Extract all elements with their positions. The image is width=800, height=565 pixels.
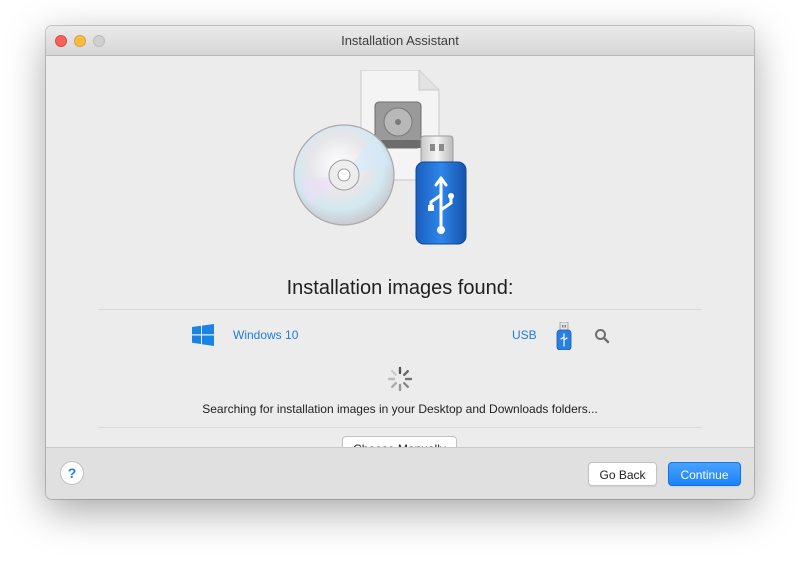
cd-disc-icon [293,124,395,226]
windows-10-image-link[interactable]: Windows 10 [233,328,298,342]
installation-assistant-window: Installation Assistant Installation imag… [46,26,754,499]
windows-logo-icon [192,324,214,346]
top-divider [98,309,702,310]
continue-button[interactable]: Continue [668,462,741,486]
title-bar: Installation Assistant [46,26,754,56]
usb-drive-icon [556,322,572,350]
installation-media-illustration [293,70,467,245]
loading-spinner-icon [387,366,413,392]
help-button[interactable]: ? [60,461,84,485]
footer-bar: ? Go Back Continue [46,447,754,499]
bottom-divider [98,427,702,428]
search-icon[interactable] [594,328,610,344]
go-back-button[interactable]: Go Back [588,462,657,486]
page-heading: Installation images found: [286,277,514,299]
usb-image-link[interactable]: USB [512,328,537,342]
window-title: Installation Assistant [341,33,459,48]
search-status-text: Searching for installation images in you… [202,402,598,416]
usb-stick-icon [415,135,467,245]
main-content: Installation images found: Windows 10 US… [46,56,754,460]
